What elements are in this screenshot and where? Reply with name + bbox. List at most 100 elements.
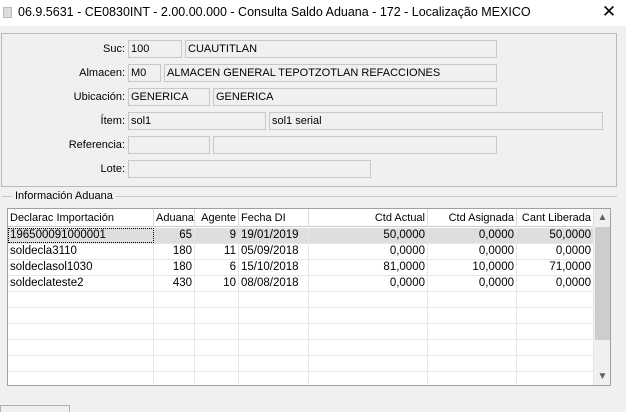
table-cell-declarac — [8, 292, 154, 307]
table-cell-asignada — [428, 292, 517, 307]
table-cell-liberada — [517, 340, 594, 355]
ubicacion-name-field[interactable]: GENERICA — [213, 88, 497, 106]
table-cell-actual — [309, 372, 428, 385]
suc-code-field[interactable]: 100 — [128, 40, 182, 58]
table-row[interactable]: soldeclasol1030 180 6 15/10/2018 81,0000 10,0… — [8, 260, 594, 276]
table-cell-actual — [309, 308, 428, 323]
table-cell-aduana — [154, 324, 195, 339]
col-header-ctd-asignada[interactable]: Ctd Asignada — [428, 209, 517, 227]
table-cell-aduana — [154, 308, 195, 323]
almacen-code-field[interactable]: M0 — [128, 64, 161, 82]
scrollbar-thumb[interactable] — [595, 227, 610, 340]
title-bar: 06.9.5631 - CE0830INT - 2.00.00.000 - Co… — [0, 0, 626, 26]
table-cell-agente — [195, 356, 239, 371]
table-row[interactable] — [8, 356, 594, 372]
col-header-declarac[interactable]: Declarac Importación — [8, 209, 154, 227]
table-cell-asignada: 0,0000 — [428, 244, 517, 259]
table-cell-aduana — [154, 340, 195, 355]
ubicacion-label: Ubicación: — [73, 91, 125, 103]
table-row[interactable] — [8, 308, 594, 324]
table-cell-aduana — [154, 372, 195, 385]
table-cell-fecha — [239, 356, 309, 371]
table-cell-agente — [195, 372, 239, 385]
table-row[interactable]: soldeclateste2 430 10 08/08/2018 0,0000 0,000… — [8, 276, 594, 292]
table-cell-fecha — [239, 372, 309, 385]
aduana-group-label: Información Aduana — [12, 189, 116, 203]
col-header-fecha[interactable]: Fecha DI — [239, 209, 309, 227]
close-button[interactable]: ✕ — [594, 1, 624, 25]
table-cell-agente — [195, 324, 239, 339]
table-cell-agente — [195, 292, 239, 307]
almacen-label: Almacen: — [79, 67, 125, 79]
table-cell-fecha: 05/09/2018 — [239, 244, 309, 259]
col-header-ctd-actual[interactable]: Ctd Actual — [309, 209, 428, 227]
col-header-agente[interactable]: Agente — [195, 209, 239, 227]
table-row[interactable] — [8, 372, 594, 385]
table-cell-actual — [309, 324, 428, 339]
table-row[interactable] — [8, 324, 594, 340]
table-cell-liberada — [517, 292, 594, 307]
table-row[interactable]: 196500091000001 65 9 19/01/2019 50,0000 0,000… — [8, 228, 594, 244]
table-cell-declarac — [8, 372, 154, 385]
referencia-name-field[interactable] — [213, 136, 497, 154]
table-cell-actual: 50,0000 — [309, 228, 428, 243]
table-cell-agente: 9 — [195, 228, 239, 243]
table-row[interactable] — [8, 340, 594, 356]
table-cell-aduana — [154, 356, 195, 371]
table-cell-agente — [195, 308, 239, 323]
window-title: 06.9.5631 - CE0830INT - 2.00.00.000 - Co… — [18, 5, 531, 19]
table-cell-declarac — [8, 340, 154, 355]
table-cell-liberada: 0,0000 — [517, 276, 594, 291]
table-cell-declarac: soldecla3110 — [8, 244, 154, 259]
table-cell-agente — [195, 340, 239, 355]
table-cell-liberada: 0,0000 — [517, 244, 594, 259]
item-code-field[interactable]: sol1 — [128, 112, 266, 130]
table-cell-asignada — [428, 324, 517, 339]
table-cell-asignada: 0,0000 — [428, 228, 517, 243]
chevron-down-icon[interactable]: ▼ — [594, 368, 610, 385]
table-cell-declarac — [8, 308, 154, 323]
grid-scrollbar[interactable]: ▲ ▼ — [594, 209, 610, 385]
close-icon: ✕ — [601, 2, 617, 21]
bottom-tab[interactable] — [0, 405, 70, 412]
col-header-cant-liberada[interactable]: Cant Liberada — [517, 209, 594, 227]
col-header-aduana[interactable]: Aduana — [154, 209, 195, 227]
table-cell-aduana: 65 — [154, 228, 195, 243]
table-cell-fecha: 19/01/2019 — [239, 228, 309, 243]
table-row[interactable] — [8, 292, 594, 308]
table-cell-actual — [309, 292, 428, 307]
table-cell-asignada — [428, 356, 517, 371]
table-cell-asignada: 0,0000 — [428, 276, 517, 291]
table-cell-fecha — [239, 340, 309, 355]
ubicacion-code-field[interactable]: GENERICA — [128, 88, 210, 106]
table-cell-asignada — [428, 372, 517, 385]
table-cell-agente: 10 — [195, 276, 239, 291]
table-cell-agente: 11 — [195, 244, 239, 259]
table-cell-fecha — [239, 324, 309, 339]
lote-field[interactable] — [128, 160, 371, 178]
aduana-grid[interactable]: Declarac Importación Aduana Agente Fecha… — [7, 208, 611, 386]
referencia-label: Referencia: — [68, 139, 125, 151]
item-label: Ítem: — [100, 115, 125, 127]
table-cell-declarac: soldeclateste2 — [8, 276, 154, 291]
grid-header: Declarac Importación Aduana Agente Fecha… — [8, 209, 594, 227]
table-cell-liberada — [517, 356, 594, 371]
referencia-code-field[interactable] — [128, 136, 210, 154]
suc-label: Suc: — [102, 43, 125, 55]
table-cell-asignada: 10,0000 — [428, 260, 517, 275]
almacen-name-field[interactable]: ALMACEN GENERAL TEPOTZOTLAN REFACCIONES — [164, 64, 497, 82]
table-cell-liberada — [517, 372, 594, 385]
table-cell-liberada — [517, 308, 594, 323]
chevron-up-icon[interactable]: ▲ — [594, 209, 610, 226]
item-name-field[interactable]: sol1 serial — [269, 112, 603, 130]
table-cell-fecha: 15/10/2018 — [239, 260, 309, 275]
table-cell-aduana: 430 — [154, 276, 195, 291]
table-row[interactable]: soldecla3110 180 11 05/09/2018 0,0000 0,0000 0… — [8, 244, 594, 260]
table-cell-liberada — [517, 324, 594, 339]
table-cell-asignada — [428, 308, 517, 323]
table-cell-fecha — [239, 308, 309, 323]
suc-name-field[interactable]: CUAUTITLAN — [185, 40, 497, 58]
table-cell-fecha: 08/08/2018 — [239, 276, 309, 291]
table-cell-agente: 6 — [195, 260, 239, 275]
table-cell-aduana: 180 — [154, 244, 195, 259]
